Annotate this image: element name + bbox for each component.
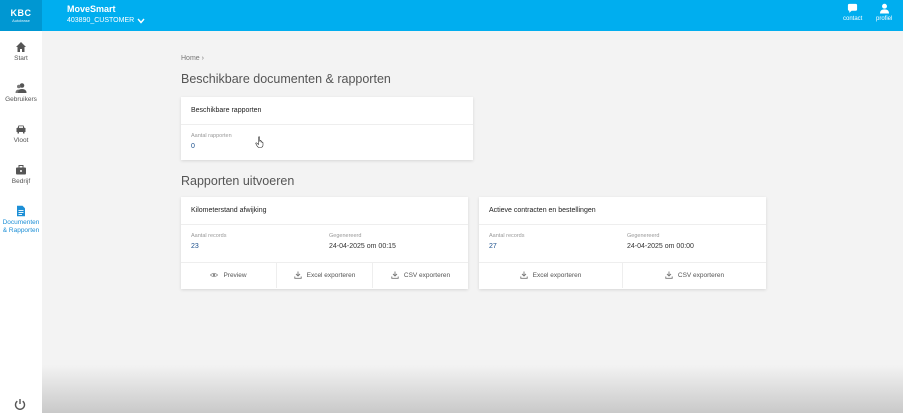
action-label: CSV exporteren <box>403 271 451 279</box>
csv-export-button[interactable]: CSV exporteren <box>623 262 766 288</box>
report-card-kilometerstand: Kilometerstand afwijking Aantal records … <box>181 197 468 289</box>
stat-label: Aantal rapporten <box>191 133 232 139</box>
user-icon <box>879 3 889 14</box>
download-icon <box>519 271 528 279</box>
report-card-actieve-contracten: Actieve contracten en bestellingen Aanta… <box>479 197 766 289</box>
download-icon <box>293 271 302 279</box>
download-icon <box>391 271 399 279</box>
divider <box>479 224 766 225</box>
top-bar: KBC Autolease MoveSmart 403890_CUSTOMER … <box>0 0 903 31</box>
breadcrumb[interactable]: Home › <box>181 55 204 62</box>
sidebar-item-label: Gebruikers <box>5 96 37 103</box>
records-value: 27 <box>489 243 497 250</box>
generated-value: 24-04-2025 om 00:15 <box>329 243 396 250</box>
contact-label: contact <box>843 16 863 22</box>
app-title: MoveSmart <box>67 4 116 14</box>
customer-label: 403890_CUSTOMER <box>67 17 135 24</box>
excel-export-button[interactable]: Excel exporteren <box>479 262 622 288</box>
users-icon <box>15 83 27 93</box>
card-title: Kilometerstand afwijking <box>191 207 267 214</box>
sidebar-item-vloot[interactable]: Vloot <box>0 123 42 145</box>
action-label: Excel exporteren <box>306 271 356 279</box>
sidebar-item-label: Vloot <box>13 137 29 144</box>
briefcase-icon <box>16 165 26 175</box>
card-actions: Excel exporteren CSV exporteren <box>479 262 766 289</box>
chevron-down-icon <box>137 18 145 24</box>
records-value: 23 <box>191 243 199 250</box>
generated-value: 24-04-2025 om 00:00 <box>627 243 694 250</box>
available-reports-card: Beschikbare rapporten Aantal rapporten 0 <box>181 97 473 160</box>
records-label: Aantal records <box>191 233 227 239</box>
action-label: Preview <box>223 271 247 279</box>
generated-label: Gegenereerd <box>627 233 660 239</box>
sidebar: Start Gebruikers Vloot Bedrijf Documente… <box>0 31 42 413</box>
document-icon <box>17 205 25 217</box>
chat-icon <box>848 3 858 13</box>
action-label: Excel exporteren <box>532 271 582 279</box>
section-title: Rapporten uitvoeren <box>181 174 295 188</box>
generated-label: Gegenereerd <box>329 233 362 239</box>
sidebar-item-start[interactable]: Start <box>0 41 42 63</box>
bottom-fade <box>42 365 903 413</box>
preview-button[interactable]: Preview <box>181 262 276 288</box>
sidebar-item-gebruikers[interactable]: Gebruikers <box>0 82 42 104</box>
card-title: Actieve contracten en bestellingen <box>489 207 596 214</box>
eye-icon <box>210 272 219 278</box>
sidebar-item-documenten[interactable]: Documenten & Rapporten <box>0 205 42 234</box>
contact-button[interactable]: contact <box>843 3 862 22</box>
sidebar-item-bedrijf[interactable]: Bedrijf <box>0 164 42 186</box>
divider <box>181 224 468 225</box>
sidebar-item-label: Documenten & Rapporten <box>2 219 40 234</box>
page-title: Beschikbare documenten & rapporten <box>181 72 391 86</box>
sidebar-item-label: Bedrijf <box>11 178 31 185</box>
home-icon <box>16 42 26 52</box>
power-icon[interactable] <box>13 397 27 411</box>
profile-label: profiel <box>876 16 893 22</box>
stat-value: 0 <box>191 143 195 150</box>
sidebar-item-label: Start <box>14 55 28 62</box>
logo-text: KBC <box>10 7 32 18</box>
profile-button[interactable]: profiel <box>876 3 892 22</box>
car-icon <box>16 125 26 134</box>
card-title: Beschikbare rapporten <box>191 107 262 114</box>
kbc-logo[interactable]: KBC Autolease <box>0 0 42 31</box>
records-label: Aantal records <box>489 233 525 239</box>
customer-selector[interactable]: 403890_CUSTOMER <box>67 17 145 24</box>
hand-cursor-icon <box>255 136 264 148</box>
action-label: CSV exporteren <box>677 271 725 279</box>
csv-export-button[interactable]: CSV exporteren <box>373 262 468 288</box>
excel-export-button[interactable]: Excel exporteren <box>277 262 372 288</box>
logo-subtext: Autolease <box>12 17 30 23</box>
card-actions: Preview Excel exporteren CSV exporteren <box>181 262 468 289</box>
download-icon <box>665 271 673 279</box>
divider <box>181 124 473 125</box>
